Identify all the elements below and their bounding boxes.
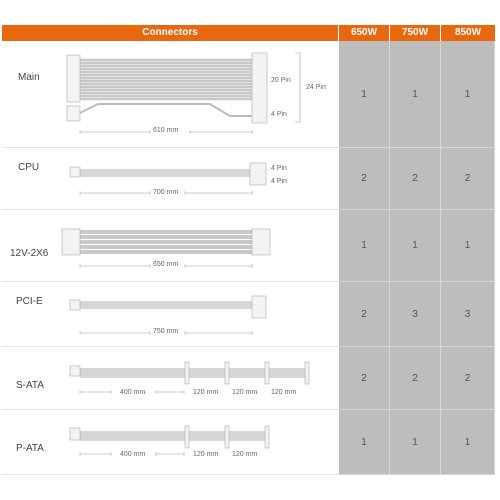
connector-plug <box>224 425 230 449</box>
connector-plug <box>184 425 190 449</box>
connector-plug <box>304 361 310 385</box>
connector-plug <box>251 52 268 124</box>
connector-plug <box>224 361 230 385</box>
cable-diagrams <box>61 52 310 456</box>
connector-plug <box>61 228 81 256</box>
connector-plug <box>69 166 81 178</box>
connector-plug <box>184 361 190 385</box>
connector-plug <box>69 427 81 441</box>
connector-plug <box>66 54 81 103</box>
connector-plug <box>69 299 81 311</box>
connector-plug <box>251 228 271 256</box>
connector-plug <box>69 365 81 377</box>
connector-plug <box>251 295 267 319</box>
connector-plug <box>264 361 270 385</box>
connector-plug <box>264 425 270 449</box>
connector-plug <box>66 105 81 122</box>
connector-plug <box>249 162 267 186</box>
